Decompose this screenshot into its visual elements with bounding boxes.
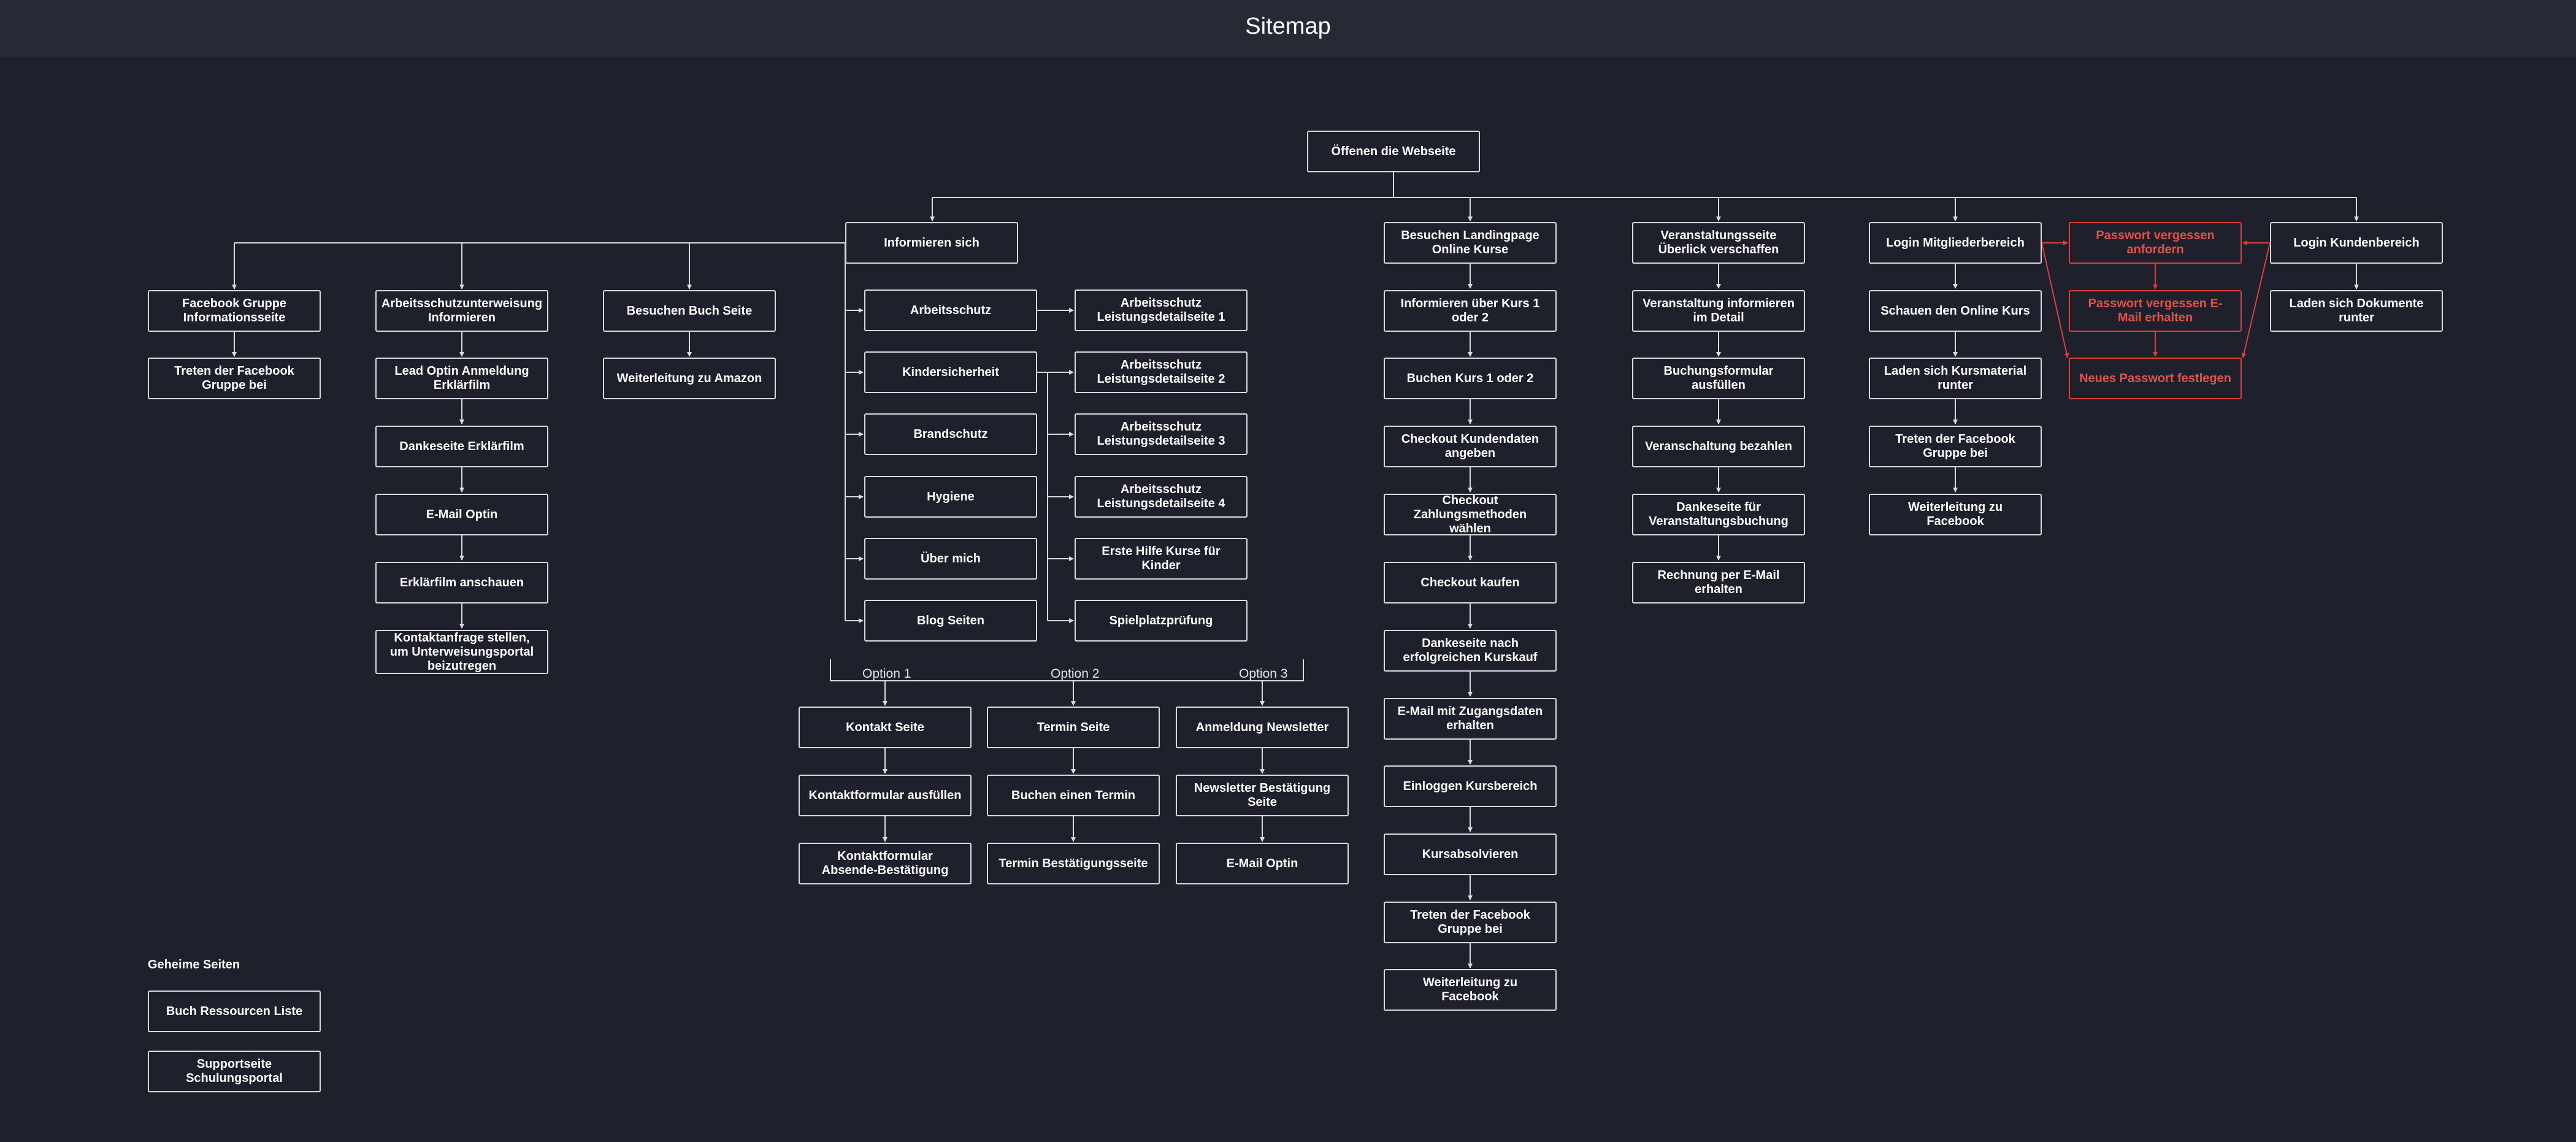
geheime-seiten-title: Geheime Seiten: [148, 958, 240, 971]
node-mitglieder-2[interactable]: Schauen den Online Kurs: [1869, 290, 2042, 332]
node-kontaktformular[interactable]: Kontaktformular ausfüllen: [799, 775, 972, 816]
node-detail-1[interactable]: Arbeitsschutz Leistungsdetailseite 1: [1075, 289, 1248, 331]
node-weiterleitung-amazon[interactable]: Weiterleitung zu Amazon: [603, 358, 776, 399]
node-lead-optin[interactable]: Lead Optin Anmeldung Erklärfilm: [375, 358, 548, 399]
node-facebook-gruppe-beitreten[interactable]: Treten der Facebook Gruppe bei: [148, 358, 321, 399]
node-passwort-email[interactable]: Passwort vergessen E-Mail erhalten: [2069, 290, 2242, 332]
node-landingpage-7[interactable]: Dankeseite nach erfolgreichen Kurskauf: [1384, 630, 1557, 672]
node-erklaerfilm-anschauen[interactable]: Erklärfilm anschauen: [375, 562, 548, 604]
node-newsletter-bestaetigung[interactable]: Newsletter Bestätigung Seite: [1176, 775, 1349, 816]
node-veranstaltung-4[interactable]: Veranschaltung bezahlen: [1632, 426, 1805, 467]
node-newsletter-anmeldung[interactable]: Anmeldung Newsletter: [1176, 707, 1349, 748]
node-buch-ressourcen[interactable]: Buch Ressourcen Liste: [148, 991, 321, 1032]
node-landingpage-2[interactable]: Informieren über Kurs 1 oder 2: [1384, 290, 1557, 332]
node-veranstaltung-6[interactable]: Rechnung per E-Mail erhalten: [1632, 562, 1805, 604]
node-landingpage-1[interactable]: Besuchen Landingpage Online Kurse: [1384, 222, 1557, 264]
node-informieren-sich[interactable]: Informieren sich: [845, 222, 1018, 264]
node-mitglieder-3[interactable]: Laden sich Kursmaterial runter: [1869, 358, 2042, 399]
node-landingpage-11[interactable]: Treten der Facebook Gruppe bei: [1384, 902, 1557, 943]
option-1-label: Option 1: [862, 667, 911, 681]
node-topic-brandschutz[interactable]: Brandschutz: [864, 413, 1037, 455]
node-topic-kindersicherheit[interactable]: Kindersicherheit: [864, 351, 1037, 393]
node-termin-bestaetigung[interactable]: Termin Bestätigungsseite: [987, 843, 1160, 884]
node-email-optin-2[interactable]: E-Mail Optin: [1176, 843, 1349, 884]
node-facebook-gruppe-info[interactable]: Facebook Gruppe Informationsseite: [148, 290, 321, 332]
node-detail-2[interactable]: Arbeitsschutz Leistungsdetailseite 2: [1075, 351, 1248, 393]
node-landingpage-12[interactable]: Weiterleitung zu Facebook: [1384, 969, 1557, 1011]
node-detail-spielplatz[interactable]: Spielplatzprüfung: [1075, 600, 1248, 642]
node-landingpage-10[interactable]: Kursabsolvieren: [1384, 834, 1557, 875]
node-mitglieder-4[interactable]: Treten der Facebook Gruppe bei: [1869, 426, 2042, 467]
node-landingpage-6[interactable]: Checkout kaufen: [1384, 562, 1557, 604]
node-buch-seite[interactable]: Besuchen Buch Seite: [603, 290, 776, 332]
node-mitglieder-1[interactable]: Login Mitgliederbereich: [1869, 222, 2042, 264]
node-detail-erste-hilfe[interactable]: Erste Hilfe Kurse für Kinder: [1075, 538, 1248, 580]
node-landingpage-5[interactable]: Checkout Zahlungsmethoden wählen: [1384, 494, 1557, 535]
node-landingpage-4[interactable]: Checkout Kundendaten angeben: [1384, 426, 1557, 467]
node-topic-arbeitsschutz[interactable]: Arbeitsschutz: [864, 289, 1037, 331]
node-veranstaltung-5[interactable]: Dankeseite für Veranstaltungsbuchung: [1632, 494, 1805, 535]
node-root[interactable]: Öffenen die Webseite: [1307, 131, 1480, 172]
node-veranstaltung-1[interactable]: Veranstaltungsseite Überlick verschaffen: [1632, 222, 1805, 264]
node-veranstaltung-2[interactable]: Veranstaltung informieren im Detail: [1632, 290, 1805, 332]
node-passwort-festlegen[interactable]: Neues Passwort festlegen: [2069, 358, 2242, 399]
node-kontaktformular-bestaetigung[interactable]: Kontaktformular Absende-Bestätigung: [799, 843, 972, 884]
node-landingpage-3[interactable]: Buchen Kurs 1 oder 2: [1384, 358, 1557, 399]
node-dankeseite-erklaerfilm[interactable]: Dankeseite Erklärfilm: [375, 426, 548, 467]
node-kunden-login[interactable]: Login Kundenbereich: [2270, 222, 2443, 264]
node-passwort-anfordern[interactable]: Passwort vergessen anfordern: [2069, 222, 2242, 264]
node-email-optin-1[interactable]: E-Mail Optin: [375, 494, 548, 535]
node-landingpage-8[interactable]: E-Mail mit Zugangsdaten erhalten: [1384, 698, 1557, 740]
node-termin-buchen[interactable]: Buchen einen Termin: [987, 775, 1160, 816]
node-topic-blog[interactable]: Blog Seiten: [864, 600, 1037, 642]
node-arbeitsschutzunterweisung[interactable]: Arbeitsschutzunterweisung Informieren: [375, 290, 548, 332]
node-termin-seite[interactable]: Termin Seite: [987, 707, 1160, 748]
node-supportseite[interactable]: Supportseite Schulungsportal: [148, 1051, 321, 1092]
node-kunden-dokumente[interactable]: Laden sich Dokumente runter: [2270, 290, 2443, 332]
node-topic-hygiene[interactable]: Hygiene: [864, 476, 1037, 518]
node-kontakt-seite[interactable]: Kontakt Seite: [799, 707, 972, 748]
option-3-label: Option 3: [1239, 667, 1288, 681]
option-2-label: Option 2: [1051, 667, 1100, 681]
node-landingpage-9[interactable]: Einloggen Kursbereich: [1384, 765, 1557, 807]
node-topic-ueber-mich[interactable]: Über mich: [864, 538, 1037, 580]
node-veranstaltung-3[interactable]: Buchungsformular ausfüllen: [1632, 358, 1805, 399]
node-mitglieder-5[interactable]: Weiterleitung zu Facebook: [1869, 494, 2042, 535]
node-kontaktanfrage[interactable]: Kontaktanfrage stellen, um Unterweisungs…: [375, 630, 548, 674]
node-detail-4[interactable]: Arbeitsschutz Leistungsdetailseite 4: [1075, 476, 1248, 518]
node-detail-3[interactable]: Arbeitsschutz Leistungsdetailseite 3: [1075, 413, 1248, 455]
